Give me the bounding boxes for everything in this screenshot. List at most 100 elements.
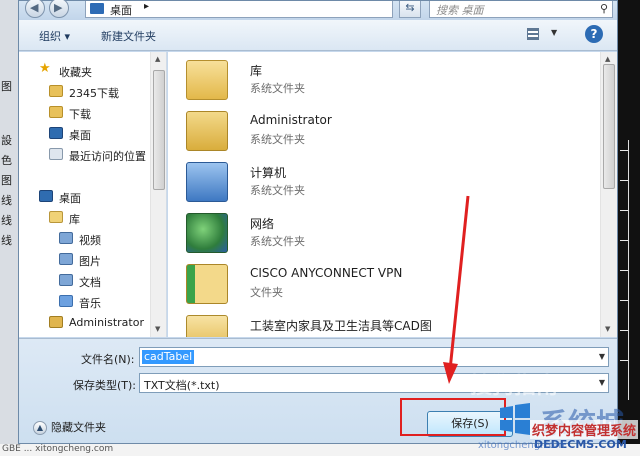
nav-label: 库 — [69, 213, 80, 226]
file-name: 库 — [250, 64, 263, 78]
user-folder-icon — [186, 111, 228, 151]
navigation-pane: ★ 收藏夹 2345下载 下载 桌面 最近访问的位置 桌面 库 视频 图片 文档 … — [19, 52, 167, 337]
toolbar: 组织 ▾ 新建文件夹 ▼ ? — [19, 20, 617, 51]
nav-scrollbar[interactable]: ▲ ▼ — [150, 52, 166, 337]
breadcrumb-location[interactable]: 桌面 — [110, 2, 132, 18]
cad-tick — [620, 300, 628, 301]
address-bar-row: ◀ ▶ 桌面 ▸ ▼ ⇆ 搜索 桌面 ⚲ — [19, 0, 617, 20]
cad-tick — [620, 210, 628, 211]
chevron-down-icon[interactable]: ▼ — [599, 352, 605, 361]
file-list-scrollbar-thumb[interactable] — [603, 64, 615, 189]
cad-tick — [620, 180, 628, 181]
network-icon — [186, 213, 228, 253]
list-item[interactable]: 工装室内家具及卫生洁具等CAD图 文件夹 — [186, 313, 586, 337]
search-input[interactable]: 搜索 桌面 ⚲ — [429, 1, 613, 18]
sogou-watermark: 搜狗指南 — [470, 374, 559, 399]
back-button[interactable]: ◀ — [25, 0, 45, 18]
windows-logo-icon — [500, 403, 530, 435]
filetype-label: 保存类型(T): — [73, 379, 137, 392]
address-bar[interactable]: 桌面 ▸ ▼ — [85, 1, 452, 18]
nav-label: 图片 — [79, 255, 101, 268]
nav-label: 2345下载 — [69, 87, 119, 100]
search-placeholder: 搜索 桌面 — [436, 4, 484, 17]
desktop-icon — [90, 3, 104, 14]
picture-library-icon — [59, 253, 73, 265]
arrow-left-icon: ◀ — [30, 1, 39, 14]
scroll-down-icon[interactable]: ▼ — [605, 325, 610, 333]
new-folder-button[interactable]: 新建文件夹 — [101, 28, 156, 44]
video-library-icon — [59, 232, 73, 244]
libraries-icon — [186, 60, 228, 100]
folder-icon — [49, 106, 63, 118]
file-name: 网络 — [250, 217, 275, 231]
filename-input[interactable]: cadTabel ▼ — [139, 347, 609, 367]
refresh-button[interactable]: ⇆ — [399, 1, 421, 18]
nav-label: 收藏夹 — [59, 66, 92, 79]
hide-folders-toggle[interactable]: ▲ 隐藏文件夹 — [33, 419, 106, 435]
folder-icon — [186, 264, 228, 304]
background-cad-drawing — [618, 0, 640, 456]
list-item[interactable]: Administrator 系统文件夹 — [186, 109, 586, 155]
star-icon: ★ — [39, 61, 51, 76]
organize-menu-button[interactable]: 组织 ▾ — [39, 28, 70, 44]
cad-tick — [620, 240, 628, 241]
view-options-icon[interactable] — [527, 28, 539, 40]
chevron-down-icon[interactable]: ▼ — [599, 378, 605, 387]
user-folder-icon — [49, 316, 63, 328]
search-icon: ⚲ — [599, 2, 608, 15]
dede-watermark: 织梦内容管理系统 — [530, 420, 639, 439]
list-item[interactable]: 网络 系统文件夹 — [186, 211, 586, 257]
scroll-up-icon[interactable]: ▲ — [155, 55, 160, 63]
list-item[interactable]: CISCO ANYCONNECT VPN 文件夹 — [186, 262, 586, 308]
list-item[interactable]: 计算机 系统文件夹 — [186, 160, 586, 206]
cad-tick — [620, 360, 628, 361]
filetype-value: TXT文档(*.txt) — [144, 379, 220, 392]
recent-places-icon — [49, 148, 63, 160]
file-type: 文件夹 — [250, 286, 283, 299]
computer-icon — [186, 162, 228, 202]
document-library-icon — [59, 274, 73, 286]
file-type: 系统文件夹 — [250, 133, 305, 146]
file-type: 系统文件夹 — [250, 184, 305, 197]
xitongcheng-watermark: xitongcheng.com — [478, 440, 565, 451]
help-icon[interactable]: ? — [585, 25, 603, 43]
nav-label: 桌面 — [59, 192, 81, 205]
scroll-up-icon[interactable]: ▲ — [605, 55, 610, 63]
music-library-icon — [59, 295, 73, 307]
folder-icon — [49, 85, 63, 97]
nav-label: Administrator — [69, 316, 144, 329]
cad-line — [628, 140, 629, 400]
desktop-icon — [39, 190, 53, 202]
forward-button[interactable]: ▶ — [49, 0, 69, 18]
filename-label: 文件名(N): — [81, 353, 135, 366]
chevron-down-icon[interactable]: ▼ — [551, 28, 557, 37]
nav-label: 下载 — [69, 108, 91, 121]
filename-value[interactable]: cadTabel — [142, 350, 195, 364]
library-icon — [49, 211, 63, 223]
chevron-right-icon[interactable]: ▸ — [144, 1, 149, 12]
nav-label: 视频 — [79, 234, 101, 247]
file-name: 工装室内家具及卫生洁具等CAD图 — [250, 319, 432, 333]
file-name: CISCO ANYCONNECT VPN — [250, 266, 403, 280]
folder-icon — [186, 315, 228, 337]
refresh-icon: ⇆ — [405, 1, 415, 14]
file-name: Administrator — [250, 113, 332, 127]
nav-scrollbar-thumb[interactable] — [153, 70, 165, 190]
file-name: 计算机 — [250, 166, 287, 180]
file-list: 库 系统文件夹 Administrator 系统文件夹 计算机 系统文件夹 网络… — [168, 52, 617, 337]
file-type: 文件夹 — [250, 335, 283, 337]
nav-label: 最近访问的位置 — [69, 150, 146, 163]
cad-tick — [620, 270, 628, 271]
scroll-down-icon[interactable]: ▼ — [155, 325, 160, 333]
file-type: 系统文件夹 — [250, 235, 305, 248]
nav-label: 桌面 — [69, 129, 91, 142]
file-list-scrollbar[interactable]: ▲ ▼ — [600, 52, 617, 337]
cad-tick — [620, 150, 628, 151]
nav-label: 音乐 — [79, 297, 101, 310]
list-item[interactable]: 库 系统文件夹 — [186, 58, 586, 104]
cad-tick — [620, 330, 628, 331]
desktop-icon — [49, 127, 63, 139]
hide-folders-label: 隐藏文件夹 — [51, 421, 106, 434]
nav-label: 文档 — [79, 276, 101, 289]
file-type: 系统文件夹 — [250, 82, 305, 95]
